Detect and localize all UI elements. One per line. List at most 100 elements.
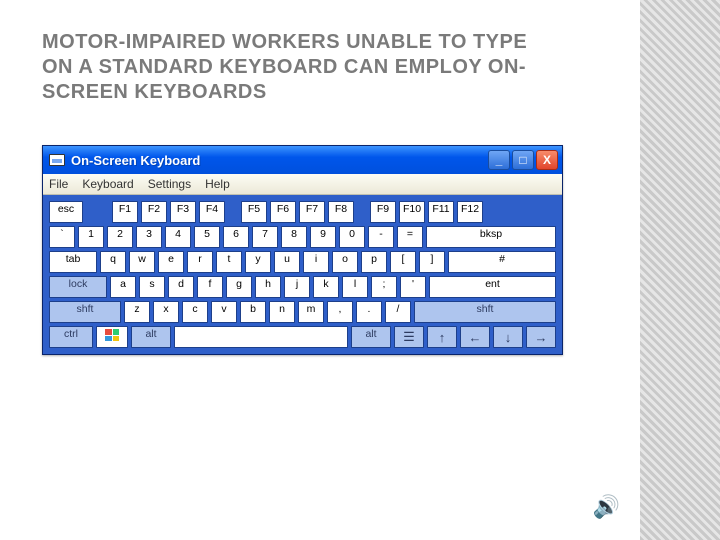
key-period[interactable]: . [356, 301, 382, 323]
key-f2[interactable]: F2 [141, 201, 167, 223]
key-2[interactable]: 2 [107, 226, 133, 248]
key-ctrl[interactable]: ctrl [49, 326, 93, 348]
key-v[interactable]: v [211, 301, 237, 323]
row-numbers: ` 1 2 3 4 5 6 7 8 9 0 - = bksp [49, 226, 556, 248]
osk-window: On-Screen Keyboard _ □ X File Keyboard S… [42, 145, 563, 355]
key-w[interactable]: w [129, 251, 155, 273]
key-f12[interactable]: F12 [457, 201, 483, 223]
key-left-bracket[interactable]: [ [390, 251, 416, 273]
titlebar: On-Screen Keyboard _ □ X [43, 146, 562, 174]
key-e[interactable]: e [158, 251, 184, 273]
key-backspace[interactable]: bksp [426, 226, 556, 248]
minimize-button[interactable]: _ [488, 150, 510, 170]
key-arrow-up[interactable]: ↑ [427, 326, 457, 348]
window-controls: _ □ X [488, 150, 558, 170]
audio-icon: 🔊 [593, 494, 620, 520]
key-backtick[interactable]: ` [49, 226, 75, 248]
key-f[interactable]: f [197, 276, 223, 298]
key-f8[interactable]: F8 [328, 201, 354, 223]
key-comma[interactable]: , [327, 301, 353, 323]
windows-logo-icon [105, 329, 119, 341]
menu-keyboard[interactable]: Keyboard [82, 177, 133, 191]
key-p[interactable]: p [361, 251, 387, 273]
key-t[interactable]: t [216, 251, 242, 273]
key-f11[interactable]: F11 [428, 201, 454, 223]
close-button[interactable]: X [536, 150, 558, 170]
key-z[interactable]: z [124, 301, 150, 323]
key-h[interactable]: h [255, 276, 281, 298]
key-context-menu[interactable]: ☰ [394, 326, 424, 348]
key-esc[interactable]: esc [49, 201, 83, 223]
key-slash[interactable]: / [385, 301, 411, 323]
key-b[interactable]: b [240, 301, 266, 323]
key-n[interactable]: n [269, 301, 295, 323]
key-apostrophe[interactable]: ' [400, 276, 426, 298]
key-i[interactable]: i [303, 251, 329, 273]
key-1[interactable]: 1 [78, 226, 104, 248]
key-space[interactable] [174, 326, 348, 348]
key-f4[interactable]: F4 [199, 201, 225, 223]
row-function: esc F1 F2 F3 F4 F5 F6 F7 F8 F9 F10 F11 F… [49, 201, 556, 223]
key-3[interactable]: 3 [136, 226, 162, 248]
key-c[interactable]: c [182, 301, 208, 323]
key-8[interactable]: 8 [281, 226, 307, 248]
slide-right-strip [640, 0, 720, 540]
key-5[interactable]: 5 [194, 226, 220, 248]
key-m[interactable]: m [298, 301, 324, 323]
key-k[interactable]: k [313, 276, 339, 298]
key-right-bracket[interactable]: ] [419, 251, 445, 273]
key-hash[interactable]: # [448, 251, 556, 273]
key-o[interactable]: o [332, 251, 358, 273]
key-tab[interactable]: tab [49, 251, 97, 273]
row-home: lock a s d f g h j k l ; ' ent [49, 276, 556, 298]
key-f3[interactable]: F3 [170, 201, 196, 223]
key-g[interactable]: g [226, 276, 252, 298]
key-a[interactable]: a [110, 276, 136, 298]
key-windows[interactable] [96, 326, 128, 348]
key-arrow-down[interactable]: ↓ [493, 326, 523, 348]
key-enter[interactable]: ent [429, 276, 556, 298]
app-icon [49, 154, 65, 166]
menu-help[interactable]: Help [205, 177, 230, 191]
key-right-shift[interactable]: shft [414, 301, 556, 323]
key-u[interactable]: u [274, 251, 300, 273]
key-9[interactable]: 9 [310, 226, 336, 248]
key-equals[interactable]: = [397, 226, 423, 248]
key-4[interactable]: 4 [165, 226, 191, 248]
key-f6[interactable]: F6 [270, 201, 296, 223]
menu-file[interactable]: File [49, 177, 68, 191]
key-l[interactable]: l [342, 276, 368, 298]
key-s[interactable]: s [139, 276, 165, 298]
key-6[interactable]: 6 [223, 226, 249, 248]
row-bottom: ctrl alt alt ☰ ↑ ← ↓ → [49, 326, 556, 348]
key-j[interactable]: j [284, 276, 310, 298]
key-7[interactable]: 7 [252, 226, 278, 248]
key-f7[interactable]: F7 [299, 201, 325, 223]
key-left-shift[interactable]: shft [49, 301, 121, 323]
window-title: On-Screen Keyboard [71, 153, 482, 168]
key-capslock[interactable]: lock [49, 276, 107, 298]
menu-settings[interactable]: Settings [148, 177, 191, 191]
slide-title: MOTOR-IMPAIRED WORKERS UNABLE TO TYPE ON… [42, 30, 562, 105]
key-y[interactable]: y [245, 251, 271, 273]
key-f5[interactable]: F5 [241, 201, 267, 223]
key-arrow-right[interactable]: → [526, 326, 556, 348]
row-zxcv: shft z x c v b n m , . / shft [49, 301, 556, 323]
key-f10[interactable]: F10 [399, 201, 425, 223]
key-d[interactable]: d [168, 276, 194, 298]
key-right-alt[interactable]: alt [351, 326, 391, 348]
key-f9[interactable]: F9 [370, 201, 396, 223]
key-0[interactable]: 0 [339, 226, 365, 248]
maximize-button[interactable]: □ [512, 150, 534, 170]
key-arrow-left[interactable]: ← [460, 326, 490, 348]
row-qwerty: tab q w e r t y u i o p [ ] # [49, 251, 556, 273]
key-r[interactable]: r [187, 251, 213, 273]
key-minus[interactable]: - [368, 226, 394, 248]
key-semicolon[interactable]: ; [371, 276, 397, 298]
key-q[interactable]: q [100, 251, 126, 273]
key-f1[interactable]: F1 [112, 201, 138, 223]
key-left-alt[interactable]: alt [131, 326, 171, 348]
keyboard-panel: esc F1 F2 F3 F4 F5 F6 F7 F8 F9 F10 F11 F… [43, 195, 562, 354]
key-x[interactable]: x [153, 301, 179, 323]
menubar: File Keyboard Settings Help [43, 174, 562, 195]
